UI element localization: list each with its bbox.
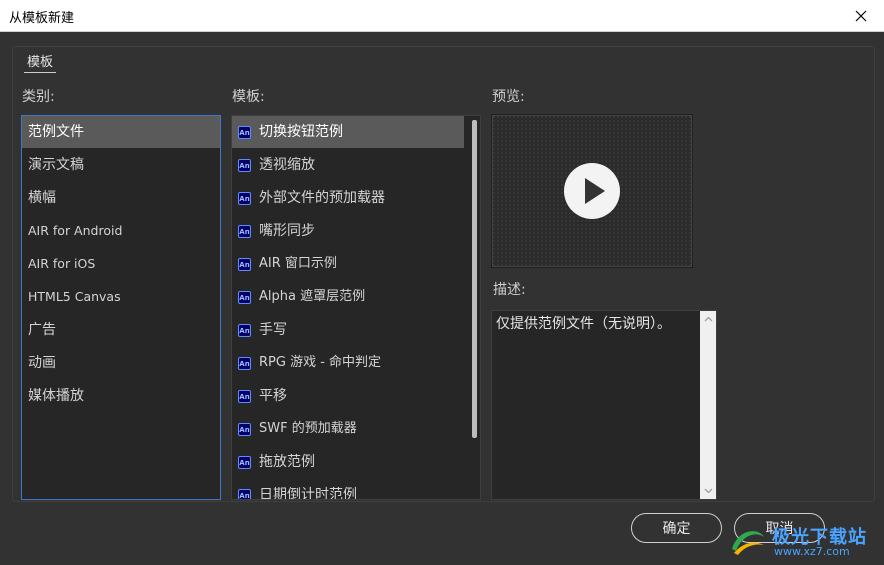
description-label: 描述: xyxy=(493,282,526,298)
animate-file-icon: An xyxy=(238,389,251,403)
template-item[interactable]: An 拖放范例 xyxy=(232,446,464,478)
list-item-label: 演示文稿 xyxy=(28,157,84,173)
list-item-label: AIR 窗口示例 xyxy=(259,256,337,271)
list-item-label: 日期倒计时范例 xyxy=(259,487,357,500)
template-item[interactable]: An 外部文件的预加载器 xyxy=(232,182,464,214)
animate-file-icon: An xyxy=(238,323,251,337)
template-item[interactable]: An 嘴形同步 xyxy=(232,215,464,247)
description-box: 仅提供范例文件（无说明）。 xyxy=(491,310,717,500)
template-item[interactable]: An 平移 xyxy=(232,380,464,412)
list-item-label: AIR for iOS xyxy=(28,256,96,271)
chevron-down-icon xyxy=(704,488,712,494)
list-item-label: 拖放范例 xyxy=(259,454,315,470)
list-item-label: 平移 xyxy=(259,388,287,404)
play-icon xyxy=(585,178,605,204)
scroll-up-arrow[interactable] xyxy=(700,311,716,327)
list-item-label: 手写 xyxy=(259,322,287,338)
animate-file-icon: An xyxy=(238,356,251,370)
list-item-label: SWF 的预加载器 xyxy=(259,421,357,436)
category-item-banner[interactable]: 横幅 xyxy=(22,182,220,214)
watermark-url: www.xz7.com xyxy=(774,545,850,558)
category-item-ads[interactable]: 广告 xyxy=(22,314,220,346)
description-scrollbar[interactable] xyxy=(700,311,716,499)
preview-label: 预览: xyxy=(492,89,525,105)
list-item-label: HTML5 Canvas xyxy=(28,289,121,304)
window-title: 从模板新建 xyxy=(9,11,75,26)
animate-file-icon: An xyxy=(238,455,251,469)
template-item[interactable]: An RPG 游戏 - 命中判定 xyxy=(232,347,464,379)
list-item-label: 广告 xyxy=(28,322,56,338)
category-item-presentation[interactable]: 演示文稿 xyxy=(22,149,220,181)
category-list[interactable]: 范例文件 演示文稿 横幅 AIR for Android AIR for iOS… xyxy=(21,115,221,500)
list-item-label: 横幅 xyxy=(28,190,56,206)
template-list[interactable]: An 切换按钮范例 An 透视缩放 An 外部文件的预加载器 An 嘴形同步 An AIR… xyxy=(231,115,481,500)
template-item[interactable]: An 手写 xyxy=(232,314,464,346)
animate-file-icon: An xyxy=(238,422,251,436)
close-icon xyxy=(855,10,867,21)
template-item[interactable]: An 透视缩放 xyxy=(232,149,464,181)
category-item-air-ios[interactable]: AIR for iOS xyxy=(22,248,220,280)
list-item-label: 动画 xyxy=(28,355,56,371)
animate-file-icon: An xyxy=(238,125,251,139)
list-item-label: Alpha 遮罩层范例 xyxy=(259,289,366,304)
category-item-examples[interactable]: 范例文件 xyxy=(22,116,220,148)
scroll-down-arrow[interactable] xyxy=(700,483,716,499)
ok-button[interactable]: 确定 xyxy=(631,513,722,543)
close-button[interactable] xyxy=(838,0,884,31)
template-label: 模板: xyxy=(232,89,265,105)
animate-file-icon: An xyxy=(238,191,251,205)
template-item[interactable]: An 切换按钮范例 xyxy=(232,116,464,148)
list-item-label: 媒体播放 xyxy=(28,388,84,404)
template-item[interactable]: An SWF 的预加载器 xyxy=(232,413,464,445)
template-item[interactable]: An AIR 窗口示例 xyxy=(232,248,464,280)
list-item-label: AIR for Android xyxy=(28,223,123,238)
preview-area xyxy=(491,114,693,268)
chevron-up-icon xyxy=(704,316,712,322)
category-item-html5-canvas[interactable]: HTML5 Canvas xyxy=(22,281,220,313)
list-item-label: 范例文件 xyxy=(28,124,84,140)
animate-file-icon: An xyxy=(238,158,251,172)
template-item[interactable]: An Alpha 遮罩层范例 xyxy=(232,281,464,313)
list-item-label: 透视缩放 xyxy=(259,157,315,173)
list-item-label: 外部文件的预加载器 xyxy=(259,190,385,206)
description-text: 仅提供范例文件（无说明）。 xyxy=(496,316,671,332)
template-list-scrollbar[interactable] xyxy=(472,120,477,438)
category-item-animation[interactable]: 动画 xyxy=(22,347,220,379)
category-item-media-playback[interactable]: 媒体播放 xyxy=(22,380,220,412)
list-item-label: RPG 游戏 - 命中判定 xyxy=(259,355,382,370)
category-label: 类别: xyxy=(22,89,55,105)
category-item-air-android[interactable]: AIR for Android xyxy=(22,215,220,247)
list-item-label: 嘴形同步 xyxy=(259,223,315,239)
play-button[interactable] xyxy=(564,163,620,219)
list-item-label: 切换按钮范例 xyxy=(259,124,343,140)
animate-file-icon: An xyxy=(238,488,251,499)
template-item[interactable]: An 日期倒计时范例 xyxy=(232,479,464,500)
cancel-button[interactable]: 取消 xyxy=(734,513,825,543)
tab-templates[interactable]: 模板 xyxy=(24,51,57,73)
animate-file-icon: An xyxy=(238,224,251,238)
title-bar: 从模板新建 xyxy=(0,0,884,32)
animate-file-icon: An xyxy=(238,290,251,304)
animate-file-icon: An xyxy=(238,257,251,271)
